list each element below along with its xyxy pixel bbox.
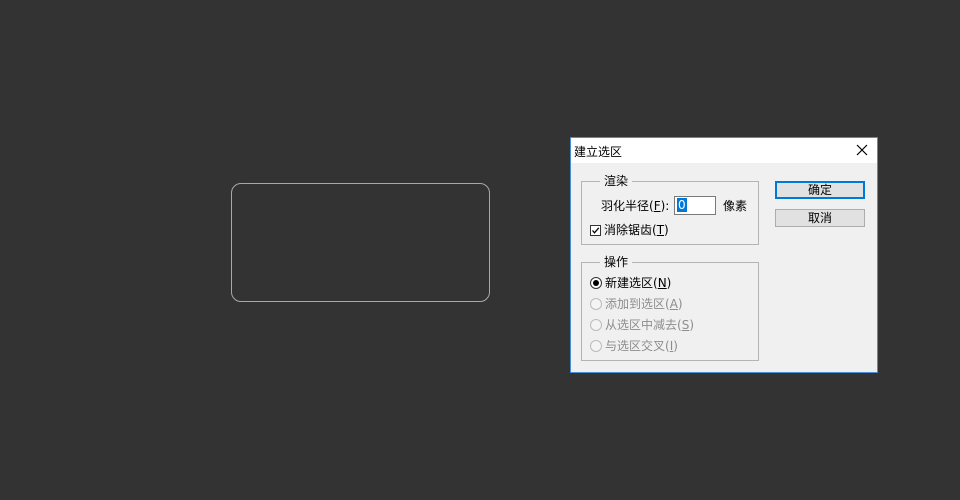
dialog-title: 建立选区 xyxy=(574,145,623,159)
rounded-rectangle-path xyxy=(231,183,490,302)
feather-unit-label: 像素 xyxy=(723,199,748,213)
radio-subtract-from-selection[interactable]: 从选区中减去(S) xyxy=(590,317,694,333)
radio-button[interactable] xyxy=(590,277,602,289)
radio-new-selection[interactable]: 新建选区(N) xyxy=(590,275,671,291)
radio-intersect-selection[interactable]: 与选区交叉(I) xyxy=(590,338,678,354)
ok-button[interactable]: 确定 xyxy=(775,181,865,199)
make-selection-dialog: 建立选区 渲染 羽化半径(F): 0 像素 消除锯齿(T) 操作 新建选区(N)… xyxy=(570,137,878,373)
operation-group-legend: 操作 xyxy=(600,254,633,270)
cancel-button[interactable]: 取消 xyxy=(775,209,865,227)
checkmark-icon xyxy=(592,227,600,234)
radio-button[interactable] xyxy=(590,319,602,331)
feather-radius-value: 0 xyxy=(677,198,687,212)
feather-radius-input[interactable]: 0 xyxy=(674,196,716,215)
radio-add-to-selection[interactable]: 添加到选区(A) xyxy=(590,296,683,312)
close-icon xyxy=(856,144,868,156)
radio-button[interactable] xyxy=(590,298,602,310)
antialias-checkbox[interactable] xyxy=(590,225,601,236)
close-button[interactable] xyxy=(847,138,877,163)
antialias-checkbox-row[interactable]: 消除锯齿(T) xyxy=(590,222,669,238)
render-group-legend: 渲染 xyxy=(600,173,633,189)
operation-group: 操作 新建选区(N) 添加到选区(A) 从选区中减去(S) 与选区交叉(I) xyxy=(581,254,759,361)
radio-label: 从选区中减去(S) xyxy=(605,318,694,332)
radio-label: 添加到选区(A) xyxy=(605,297,683,311)
radio-button[interactable] xyxy=(590,340,602,352)
radio-label: 新建选区(N) xyxy=(605,276,672,290)
dialog-titlebar[interactable]: 建立选区 xyxy=(571,138,877,163)
feather-radius-label: 羽化半径(F): xyxy=(601,199,670,213)
radio-label: 与选区交叉(I) xyxy=(605,339,678,353)
antialias-label: 消除锯齿(T) xyxy=(604,223,669,237)
render-group: 渲染 羽化半径(F): 0 像素 消除锯齿(T) xyxy=(581,173,759,245)
